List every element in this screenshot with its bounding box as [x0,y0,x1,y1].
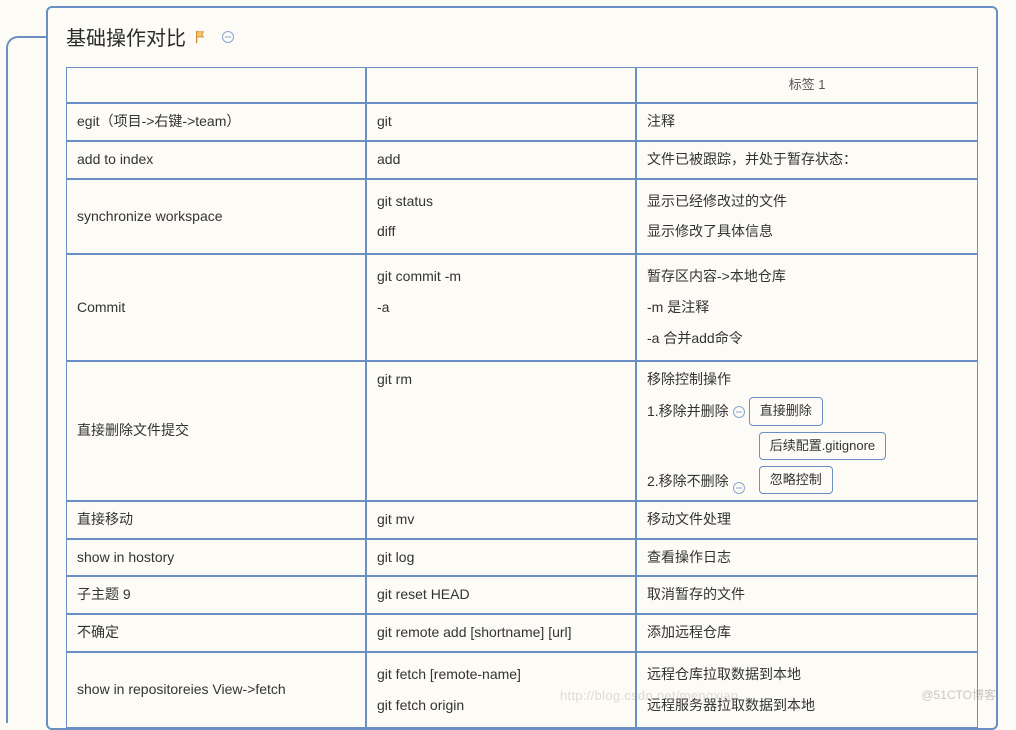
cell-egit: 直接移动 [66,501,366,539]
table-row: show in repositoreies View->fetch git fe… [66,652,978,728]
cell-egit: show in repositoreies View->fetch [66,652,366,728]
panel-container: 基础操作对比 标签 1 egit（项目->右键->team） git 注释 ad… [46,6,998,730]
cell-egit: egit（项目->右键->team） [66,103,366,141]
table-row: synchronize workspace git status diff 显示… [66,179,978,255]
cell-note-special: 移除控制操作 1.移除并删除 直接删除 2.移除不删除 后续配置.gitigno… [636,361,978,501]
cell-git: git mv [366,501,636,539]
cell-note: 暂存区内容->本地仓库 -m 是注释 -a 合并add命令 [636,254,978,360]
cell-egit: synchronize workspace [66,179,366,255]
header-cell-3: 标签 1 [636,67,978,103]
cell-note: 注释 [636,103,978,141]
cell-git: git log [366,539,636,577]
cell-egit: 直接删除文件提交 [66,361,366,501]
collapse-icon[interactable] [222,31,234,43]
cell-git: git status diff [366,179,636,255]
mini-node-box[interactable]: 直接删除 [749,397,823,425]
cell-git: add [366,141,636,179]
mini-node-box[interactable]: 后续配置.gitignore [759,432,886,460]
table-row: add to index add 文件已被跟踪，并处于暂存状态： [66,141,978,179]
header-cell-2 [366,67,636,103]
cell-note: 显示已经修改过的文件 显示修改了具体信息 [636,179,978,255]
cell-egit: 不确定 [66,614,366,652]
cell-note: 添加远程仓库 [636,614,978,652]
cell-git: git rm [366,361,636,501]
cell-note: 移动文件处理 [636,501,978,539]
mindmap-connector-top [6,36,46,126]
comparison-table: 标签 1 egit（项目->右键->team） git 注释 add to in… [66,67,978,728]
table-row: 直接移动 git mv 移动文件处理 [66,501,978,539]
node-collapse-icon[interactable] [733,406,745,418]
cell-egit: 子主题 9 [66,576,366,614]
special-line2: 2.移除不删除 后续配置.gitignore 忽略控制 [647,432,967,494]
cell-egit: Commit [66,254,366,360]
cell-note: 查看操作日志 [636,539,978,577]
cell-note: 远程仓库拉取数据到本地 远程服务器拉取数据到本地 [636,652,978,728]
panel-header: 基础操作对比 [48,8,996,67]
header-cell-1 [66,67,366,103]
flag-icon [194,30,208,44]
mini-node-group: 后续配置.gitignore 忽略控制 [759,432,886,494]
cell-git: git [366,103,636,141]
mini-node-box[interactable]: 忽略控制 [759,466,833,494]
table-header-row: 标签 1 [66,67,978,103]
cell-egit: show in hostory [66,539,366,577]
cell-git: git commit -m -a [366,254,636,360]
panel-title: 基础操作对比 [66,22,186,51]
special-line1: 1.移除并删除 直接删除 [647,397,967,425]
cell-git: git reset HEAD [366,576,636,614]
table-row: 直接删除文件提交 git rm 移除控制操作 1.移除并删除 直接删除 2.移除… [66,361,978,501]
special-line2-prefix: 2.移除不删除 [647,470,729,494]
table-row: show in hostory git log 查看操作日志 [66,539,978,577]
cell-note: 文件已被跟踪，并处于暂存状态： [636,141,978,179]
mindmap-connector-bottom [6,116,46,723]
table-row: egit（项目->右键->team） git 注释 [66,103,978,141]
table-row: 子主题 9 git reset HEAD 取消暂存的文件 [66,576,978,614]
special-line1-prefix: 1.移除并删除 [647,400,729,424]
node-collapse-icon[interactable] [733,482,745,494]
cell-egit: add to index [66,141,366,179]
cell-git: git fetch [remote-name] git fetch origin [366,652,636,728]
cell-note: 取消暂存的文件 [636,576,978,614]
cell-git: git remote add [shortname] [url] [366,614,636,652]
special-line0: 移除控制操作 [647,368,967,392]
table-row: 不确定 git remote add [shortname] [url] 添加远… [66,614,978,652]
table-row: Commit git commit -m -a 暂存区内容->本地仓库 -m 是… [66,254,978,360]
